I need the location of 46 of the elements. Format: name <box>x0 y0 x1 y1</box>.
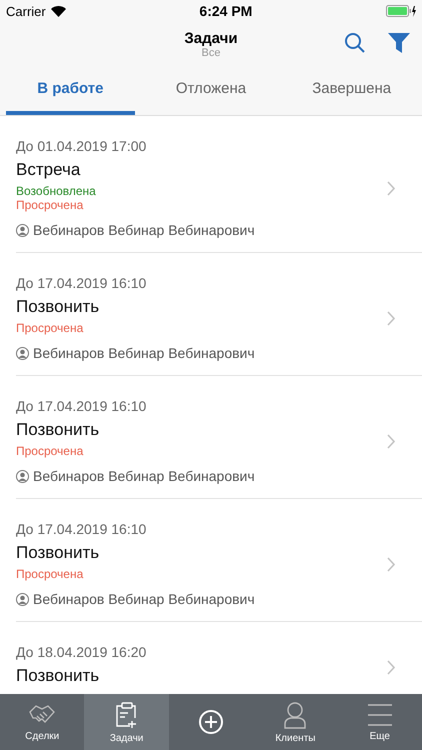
due-date: До 17.04.2019 16:10 <box>16 275 146 291</box>
status-tab[interactable]: В работе <box>6 66 135 115</box>
person-icon <box>16 470 29 482</box>
screen-title: Задачи <box>184 30 238 46</box>
due-date: До 01.04.2019 17:00 <box>16 138 146 154</box>
filter-icon[interactable] <box>388 33 410 53</box>
person-icon <box>16 346 29 360</box>
task-status: Просрочена <box>16 444 84 458</box>
due-date: До 18.04.2019 16:20 <box>16 644 146 660</box>
assignee-name: Вебинаров Вебинар Вебинарович <box>33 222 255 238</box>
chevron-right-icon <box>387 180 396 196</box>
status-tab[interactable]: Завершена <box>287 66 416 115</box>
task-status: Просрочена <box>16 198 84 212</box>
wifi-icon <box>50 6 66 16</box>
chevron-right-icon <box>387 660 396 674</box>
person-icon <box>283 700 308 728</box>
assignee-name: Вебинаров Вебинар Вебинарович <box>33 591 255 607</box>
assignee-name: Вебинаров Вебинар Вебинарович <box>33 345 255 361</box>
task-title: Позвонить <box>16 666 100 686</box>
tab-bar-item[interactable]: Сделки <box>0 694 84 750</box>
due-date: До 17.04.2019 16:10 <box>16 398 146 414</box>
carrier-label: Carrier <box>6 4 46 18</box>
tab-bar-item[interactable]: Задачи <box>84 694 169 750</box>
task-title: Встреча <box>16 160 80 180</box>
search-icon[interactable] <box>344 32 366 54</box>
task-status: Возобновлена <box>16 184 96 198</box>
status-tab[interactable]: Отложена <box>146 66 276 115</box>
chevron-right-icon <box>387 556 396 572</box>
screen-subtitle: Все <box>202 46 220 58</box>
battery-icon <box>386 5 416 17</box>
tab-bar-item[interactable]: Клиенты <box>253 694 338 750</box>
chevron-right-icon <box>387 434 396 448</box>
task-title: Позвонить <box>16 297 100 317</box>
task-status: Просрочена <box>16 321 84 335</box>
tab-bar-item[interactable]: Еще <box>338 694 422 750</box>
task-status: Просрочена <box>16 567 84 581</box>
person-icon <box>16 592 29 606</box>
person-icon <box>16 224 29 236</box>
clock-time: 6:24 PM <box>199 3 252 19</box>
menu-icon <box>366 702 393 726</box>
task-title: Позвонить <box>16 420 100 440</box>
due-date: До 17.04.2019 16:10 <box>16 521 146 537</box>
task-title: Позвонить <box>16 543 100 563</box>
chevron-right-icon <box>387 310 396 326</box>
assignee-name: Вебинаров Вебинар Вебинарович <box>33 468 255 484</box>
add-icon <box>198 709 224 735</box>
